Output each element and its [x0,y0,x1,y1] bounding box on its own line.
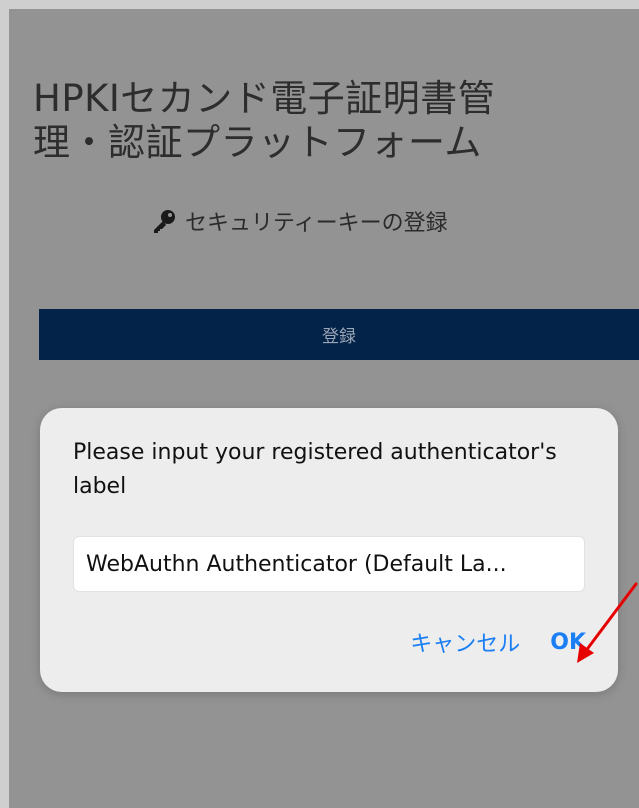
page-subtitle-text: セキュリティーキーの登録 [185,211,448,236]
ok-button[interactable]: OK [550,630,586,655]
page-subtitle: セキュリティーキーの登録 [151,205,448,237]
screen: HPKIセカンド電子証明書管理・認証プラットフォーム セキュリティーキーの登録 … [9,9,639,808]
authenticator-label-input[interactable]: WebAuthn Authenticator (Default La... [73,536,585,592]
app-title: HPKIセカンド電子証明書管理・認証プラットフォーム [33,77,496,164]
dialog-actions: キャンセル OK [410,626,586,658]
key-icon [154,210,175,233]
label-input-dialog: Please input your registered authenticat… [40,408,618,692]
register-button[interactable]: 登録 [39,309,639,360]
dialog-message: Please input your registered authenticat… [73,440,557,499]
cancel-button[interactable]: キャンセル [410,626,520,658]
